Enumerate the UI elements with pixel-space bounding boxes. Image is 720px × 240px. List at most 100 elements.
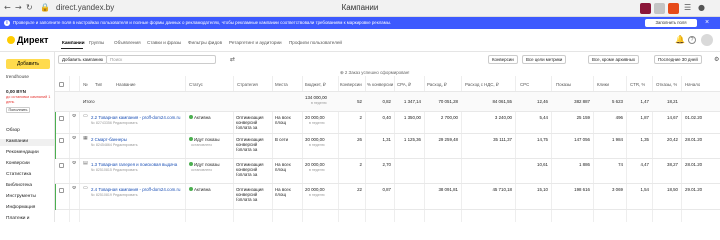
tab-feed-filters[interactable]: Фильтры фидов — [188, 40, 222, 45]
campaign-status: Активна — [189, 115, 211, 120]
sidebar-item-library[interactable]: Библиотека — [6, 183, 32, 188]
total-cpa: 1 347,14 — [403, 99, 421, 104]
campaign-conv-rate: 0,40 — [382, 115, 391, 120]
col-conv-rate[interactable]: % конверсии — [367, 82, 393, 87]
goals-select[interactable]: Все цели метрики — [522, 55, 567, 64]
campaign-ctr: 4,47 — [640, 162, 649, 167]
campaign-clicks: 74 — [618, 162, 623, 167]
close-icon[interactable]: × — [705, 19, 709, 27]
conversions-toggle[interactable]: Конверсии — [488, 55, 518, 64]
campaign-name[interactable]: 1.3 Товарная галерея и поисковая выдача — [91, 162, 184, 167]
tab-retargeting[interactable]: Ретаргетинг и аудитории — [229, 40, 282, 45]
menu-icon[interactable]: ☰ — [684, 4, 691, 12]
campaign-id: № 82510815 Редактировать — [91, 168, 138, 172]
sidebar-item-payments[interactable]: Платежи и — [6, 216, 29, 221]
campaign-ctr: 1,87 — [640, 115, 649, 120]
col-cpc[interactable]: CPC — [520, 82, 529, 87]
campaign-name[interactable]: 2.4 Товарная кампания - proff-dom24.com.… — [91, 187, 184, 192]
select-all-checkbox[interactable] — [59, 82, 64, 87]
period-select[interactable]: Последние 30 дней — [654, 55, 702, 64]
text-campaign-icon: ▭ — [83, 114, 88, 119]
status-filter-select[interactable]: Все, кроме архивных — [588, 55, 640, 64]
col-cpa[interactable]: CPA, ₽ — [397, 82, 411, 87]
row-checkbox[interactable] — [59, 116, 64, 121]
sidebar-item-statistics[interactable]: Статистика — [6, 172, 31, 177]
tab-ads[interactable]: Объявления — [114, 40, 141, 45]
row-settings-icon[interactable]: ⚙ — [72, 186, 76, 191]
sidebar-item-recommendations[interactable]: Рекомендации — [6, 150, 39, 155]
col-conversions[interactable]: Конверсии — [340, 82, 362, 87]
extension-icon[interactable] — [640, 3, 651, 14]
row-settings-icon[interactable]: ⚙ — [72, 161, 76, 166]
campaign-clicks: 496 — [615, 115, 623, 120]
avatar[interactable] — [701, 34, 713, 46]
table-row[interactable]: ⚙ ▤ 1.3 Товарная галерея и поисковая выд… — [55, 159, 720, 184]
campaign-conversions: 2 — [359, 115, 362, 120]
col-spend-vat[interactable]: Расход с НДС, ₽ — [465, 82, 499, 87]
col-bounce[interactable]: Отказы, % — [656, 82, 677, 87]
topup-button[interactable]: Пополнить — [6, 107, 30, 113]
help-icon[interactable]: ? — [688, 36, 696, 44]
campaign-strategy: Оптимизация конверсий (оплата за — [236, 115, 264, 129]
address-bar[interactable]: direct.yandex.by — [56, 3, 114, 13]
tab-groups[interactable]: Группы — [89, 40, 104, 45]
sidebar-item-information[interactable]: Информация — [6, 205, 35, 210]
row-settings-icon[interactable]: ⚙ — [72, 114, 76, 119]
col-name[interactable]: Название — [116, 82, 136, 87]
account-login[interactable]: trendhouse — [6, 74, 29, 79]
filter-icon[interactable]: ⇄ — [230, 56, 235, 63]
col-number[interactable]: № — [83, 82, 88, 87]
col-ctr[interactable]: CTR, % — [630, 82, 645, 87]
sidebar-item-conversions[interactable]: Конверсии — [6, 161, 30, 166]
sidebar-item-tools[interactable]: Инструменты — [6, 194, 36, 199]
col-clicks[interactable]: Клики — [597, 82, 609, 87]
col-type[interactable]: Тип — [95, 82, 102, 87]
campaign-id: № 82510819 Редактировать — [91, 193, 138, 197]
campaign-id: № 82454864 Редактировать — [91, 143, 138, 147]
campaign-name[interactable]: 2.2 Товарная кампания - proff-dom24.com.… — [91, 115, 184, 120]
forward-icon[interactable]: → — [15, 4, 22, 12]
row-checkbox[interactable] — [59, 163, 64, 168]
reload-icon[interactable]: ↻ — [26, 4, 33, 12]
campaign-spend-vat: 3 240,00 — [494, 115, 512, 120]
table-row[interactable]: ⚙ ▦ 2 Смарт-баннеры № 82454864 Редактиро… — [55, 134, 720, 159]
gear-icon[interactable]: ⚙ — [714, 56, 719, 63]
campaign-budget: 20 000,00 — [305, 115, 325, 120]
campaign-name[interactable]: 2 Смарт-баннеры — [91, 137, 184, 142]
col-impressions[interactable]: Показы — [556, 82, 571, 87]
status-text: Активна — [194, 115, 211, 120]
tab-campaigns[interactable]: Кампании — [62, 40, 85, 45]
extension-icon[interactable] — [668, 3, 679, 14]
tab-bids[interactable]: Ставки и фразы — [147, 40, 181, 45]
campaign-impressions: 25 159 — [576, 115, 590, 120]
col-spend[interactable]: Расход, ₽ — [427, 82, 447, 87]
tab-user-profiles[interactable]: Профили пользователей — [289, 40, 342, 45]
row-settings-icon[interactable]: ⚙ — [72, 136, 76, 141]
search-input[interactable]: Поиск — [106, 55, 216, 64]
fill-fields-button[interactable]: Заполнить поля — [645, 19, 697, 27]
row-checkbox[interactable] — [59, 138, 64, 143]
total-conv-rate: 0,82 — [382, 99, 391, 104]
campaign-start: 28.01.20 — [685, 137, 703, 142]
sidebar-item-campaigns[interactable]: Кампании — [0, 139, 54, 146]
col-status[interactable]: Статус — [189, 82, 203, 87]
row-checkbox[interactable] — [59, 188, 64, 193]
back-icon[interactable]: ← — [4, 4, 11, 12]
col-budget[interactable]: Бюджет, ₽ — [305, 82, 326, 87]
extension-icon[interactable] — [654, 3, 665, 14]
profile-icon[interactable]: ● — [698, 4, 705, 12]
total-clicks: 5 623 — [612, 99, 623, 104]
add-button[interactable]: Добавить — [6, 59, 50, 69]
add-campaign-button[interactable]: Добавить кампанию — [58, 55, 108, 64]
account-balance: 0,00 BYN — [6, 89, 26, 94]
col-strategy[interactable]: Стратегия — [237, 82, 258, 87]
bell-icon[interactable]: 🔔 — [675, 35, 685, 44]
logo[interactable]: Директ — [7, 35, 48, 46]
sidebar-item-overview[interactable]: Обзор — [6, 128, 20, 133]
balance-warning: до остановки кампаний 1 день — [6, 95, 51, 104]
col-start[interactable]: Начало — [685, 82, 700, 87]
campaign-cpc: 14,75 — [537, 137, 548, 142]
table-row[interactable]: ⚙ ▭ 2.4 Товарная кампания - proff-dom24.… — [55, 184, 720, 210]
table-row[interactable]: ⚙ ▭ 2.2 Товарная кампания - proff-dom24.… — [55, 112, 720, 134]
col-places[interactable]: Места — [275, 82, 288, 87]
